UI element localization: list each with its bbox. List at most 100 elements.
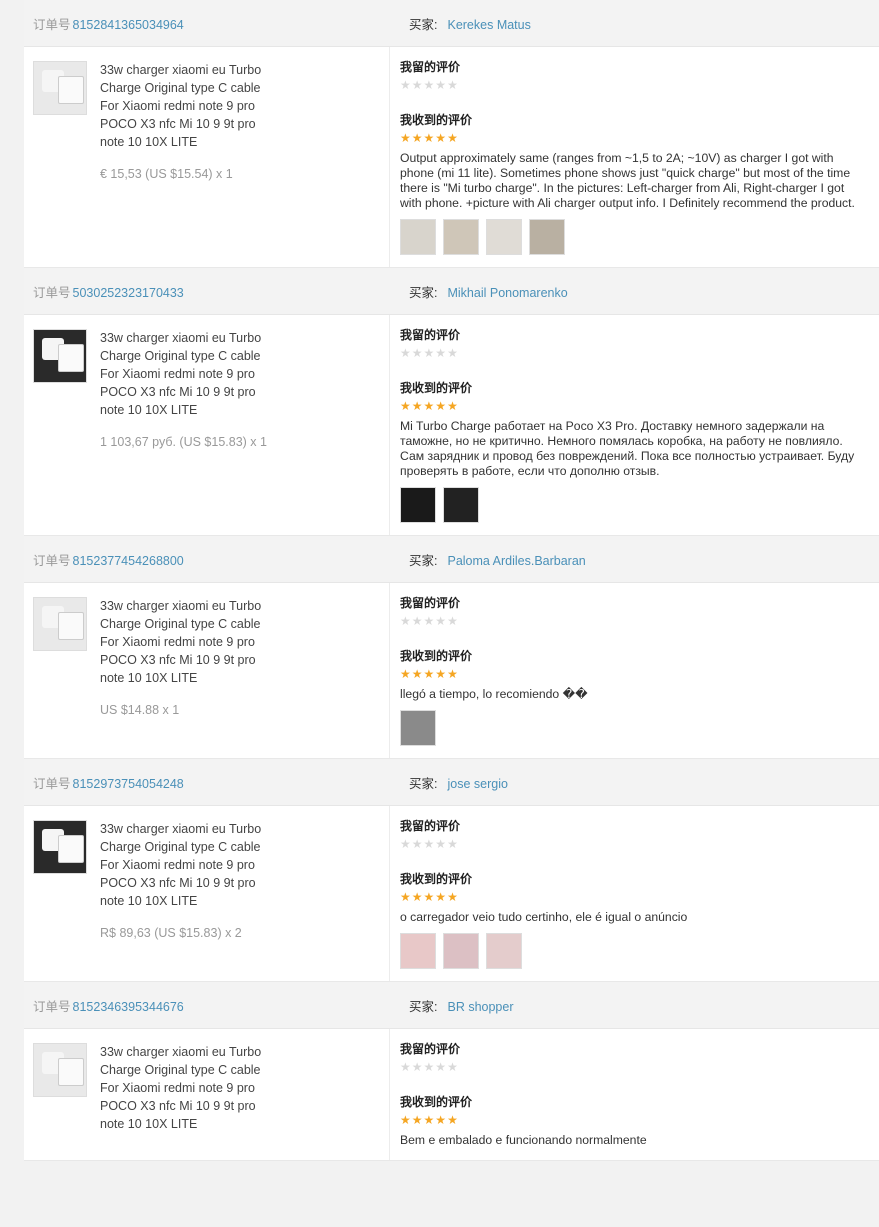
- buyer-name-link[interactable]: Kerekes Matus: [447, 18, 530, 32]
- star-icon: ★: [447, 1060, 458, 1074]
- product-thumbnail[interactable]: [33, 597, 87, 651]
- star-icon: ★: [447, 614, 458, 628]
- package-image: [58, 835, 84, 863]
- review-section: 我留的评价 ★ ★ ★ ★ ★ 我收到的评价 ★ ★ ★ ★ ★ o carregador veio t…: [390, 806, 879, 981]
- product-title[interactable]: 33w charger xiaomi eu Turbo Charge Origi…: [100, 329, 270, 419]
- order-body: 33w charger xiaomi eu Turbo Charge Origi…: [24, 806, 879, 981]
- received-review-stars: ★ ★ ★ ★ ★: [400, 131, 867, 145]
- star-icon: ★: [435, 1060, 447, 1074]
- review-section: 我留的评价 ★ ★ ★ ★ ★ 我收到的评价 ★ ★ ★ ★ ★ Bem e embalado e fu…: [390, 1029, 879, 1160]
- star-icon: ★: [447, 667, 458, 681]
- order-body: 33w charger xiaomi eu Turbo Charge Origi…: [24, 47, 879, 267]
- review-photo-thumbnail[interactable]: [486, 933, 522, 969]
- my-review-label: 我留的评价: [400, 60, 461, 74]
- order-number-link[interactable]: 5030252323170433: [73, 286, 184, 300]
- review-text: Mi Turbo Charge работает на Poco X3 Pro.…: [400, 419, 855, 478]
- review-text: o carregador veio tudo certinho, ele é i…: [400, 910, 688, 924]
- buyer: 买家: jose sergio: [399, 773, 879, 792]
- my-review-label: 我留的评价: [400, 328, 461, 342]
- star-icon: ★: [411, 890, 423, 904]
- order-number-link[interactable]: 8152841365034964: [73, 18, 184, 32]
- star-icon: ★: [423, 890, 435, 904]
- order-body: 33w charger xiaomi eu Turbo Charge Origi…: [24, 315, 879, 535]
- order-number-label: 订单号: [33, 999, 71, 1014]
- received-review-stars: ★ ★ ★ ★ ★: [400, 890, 867, 904]
- product-title[interactable]: 33w charger xiaomi eu Turbo Charge Origi…: [100, 1043, 270, 1133]
- my-review-stars: ★ ★ ★ ★ ★: [400, 614, 867, 628]
- buyer-name-link[interactable]: jose sergio: [447, 777, 507, 791]
- product-price: € 15,53 (US $15.54) x 1: [100, 167, 233, 181]
- product-thumbnail[interactable]: [33, 61, 87, 115]
- order-card: 订单号 8152973754054248 买家: jose sergio 33w cha…: [24, 759, 879, 982]
- product-thumbnail[interactable]: [33, 329, 87, 383]
- review-photo-thumbnail[interactable]: [400, 710, 436, 746]
- package-image: [58, 1058, 84, 1086]
- review-photo-thumbnail[interactable]: [443, 219, 479, 255]
- review-photo-thumbnail[interactable]: [400, 933, 436, 969]
- star-icon: ★: [447, 131, 458, 145]
- review-photos: [400, 710, 867, 746]
- product-price: US $14.88 x 1: [100, 703, 180, 717]
- order-review-list: 订单号 8152841365034964 买家: Kerekes Matus 33w c…: [24, 0, 879, 1161]
- received-review-label: 我收到的评价: [400, 1095, 473, 1109]
- star-icon: ★: [400, 399, 411, 413]
- product-title[interactable]: 33w charger xiaomi eu Turbo Charge Origi…: [100, 597, 270, 687]
- review-text: Bem e embalado e funcionando normalmente: [400, 1133, 647, 1147]
- star-icon: ★: [435, 346, 447, 360]
- star-icon: ★: [447, 399, 458, 413]
- star-icon: ★: [400, 346, 411, 360]
- order-number-link[interactable]: 8152377454268800: [73, 554, 184, 568]
- star-icon: ★: [423, 131, 435, 145]
- star-icon: ★: [423, 1060, 435, 1074]
- star-icon: ★: [435, 837, 447, 851]
- order-body: 33w charger xiaomi eu Turbo Charge Origi…: [24, 583, 879, 758]
- star-icon: ★: [400, 614, 411, 628]
- order-number: 订单号 8152377454268800: [24, 550, 399, 569]
- review-photos: [400, 219, 867, 255]
- my-review-stars: ★ ★ ★ ★ ★: [400, 346, 867, 360]
- received-review-stars: ★ ★ ★ ★ ★: [400, 399, 867, 413]
- product-thumbnail[interactable]: [33, 1043, 87, 1097]
- product-info: 33w charger xiaomi eu Turbo Charge Origi…: [24, 806, 390, 981]
- review-text: Output approximately same (ranges from ~…: [400, 151, 855, 210]
- review-photo-thumbnail[interactable]: [443, 933, 479, 969]
- product-info: 33w charger xiaomi eu Turbo Charge Origi…: [24, 315, 390, 535]
- product-info: 33w charger xiaomi eu Turbo Charge Origi…: [24, 1029, 390, 1160]
- review-photo-thumbnail[interactable]: [443, 487, 479, 523]
- my-review-stars: ★ ★ ★ ★ ★: [400, 837, 867, 851]
- star-icon: ★: [400, 1113, 411, 1127]
- star-icon: ★: [423, 614, 435, 628]
- star-icon: ★: [411, 346, 423, 360]
- order-card: 订单号 8152377454268800 买家: Paloma Ardiles.Bar…: [24, 536, 879, 759]
- my-review-label: 我留的评价: [400, 819, 461, 833]
- review-photo-thumbnail[interactable]: [529, 219, 565, 255]
- star-icon: ★: [411, 667, 423, 681]
- star-icon: ★: [411, 131, 423, 145]
- order-number: 订单号 8152841365034964: [24, 14, 399, 33]
- received-review-stars: ★ ★ ★ ★ ★: [400, 667, 867, 681]
- my-review-stars: ★ ★ ★ ★ ★: [400, 1060, 867, 1074]
- buyer-name-link[interactable]: Paloma Ardiles.Barbaran: [447, 554, 585, 568]
- order-number-label: 订单号: [33, 17, 71, 32]
- star-icon: ★: [400, 890, 411, 904]
- order-number-link[interactable]: 8152973754054248: [73, 777, 184, 791]
- product-title[interactable]: 33w charger xiaomi eu Turbo Charge Origi…: [100, 61, 270, 151]
- product-thumbnail[interactable]: [33, 820, 87, 874]
- star-icon: ★: [400, 78, 411, 92]
- product-title[interactable]: 33w charger xiaomi eu Turbo Charge Origi…: [100, 820, 270, 910]
- package-image: [58, 612, 84, 640]
- package-image: [58, 76, 84, 104]
- package-image: [58, 344, 84, 372]
- review-photo-thumbnail[interactable]: [400, 219, 436, 255]
- buyer-name-link[interactable]: BR shopper: [447, 1000, 513, 1014]
- received-review-label: 我收到的评价: [400, 381, 473, 395]
- star-icon: ★: [400, 837, 411, 851]
- star-icon: ★: [423, 1113, 435, 1127]
- order-number-link[interactable]: 8152346395344676: [73, 1000, 184, 1014]
- star-icon: ★: [411, 1060, 423, 1074]
- review-photo-thumbnail[interactable]: [486, 219, 522, 255]
- buyer-label: 买家:: [409, 17, 438, 32]
- review-photo-thumbnail[interactable]: [400, 487, 436, 523]
- star-icon: ★: [447, 78, 458, 92]
- buyer-name-link[interactable]: Mikhail Ponomarenko: [447, 286, 567, 300]
